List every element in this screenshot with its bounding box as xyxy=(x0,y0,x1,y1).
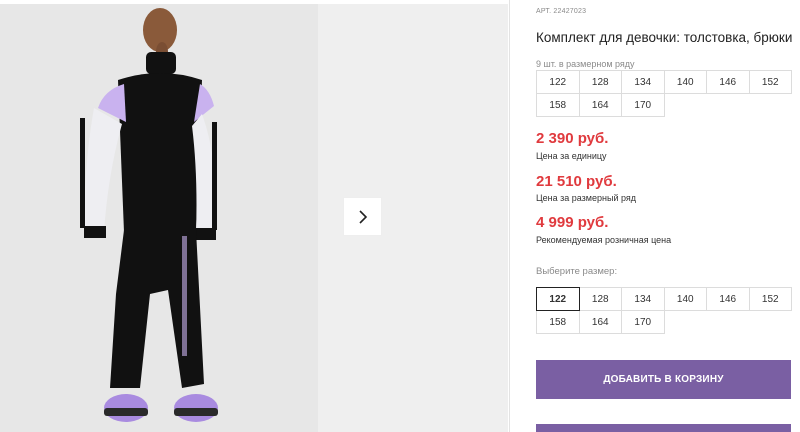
unit-price: 2 390 руб. xyxy=(536,130,609,147)
size-picker: 122 128 134 140 146 152 158 164 170 xyxy=(536,287,792,334)
size-row-cell: 140 xyxy=(663,70,707,94)
size-option-128[interactable]: 128 xyxy=(578,287,622,311)
size-option-170[interactable]: 170 xyxy=(621,310,665,334)
row-price: 21 510 руб. xyxy=(536,173,617,190)
size-row-label: 9 шт. в размерном ряду xyxy=(536,59,635,69)
size-row-cell: 146 xyxy=(706,70,750,94)
size-row-cell: 152 xyxy=(748,70,792,94)
size-option-122[interactable]: 122 xyxy=(536,287,580,311)
add-to-cart-button[interactable]: ДОБАВИТЬ В КОРЗИНУ xyxy=(536,360,791,399)
size-option-152[interactable]: 152 xyxy=(748,287,792,311)
size-option-164[interactable]: 164 xyxy=(578,310,622,334)
size-option-134[interactable]: 134 xyxy=(621,287,665,311)
girl-in-tracksuit-image xyxy=(80,8,218,422)
product-details: АРТ. 22427023 Комплект для девочки: толс… xyxy=(536,0,800,432)
article-number: АРТ. 22427023 xyxy=(536,8,587,15)
retail-price-caption: Рекомендуемая розничная цена xyxy=(536,235,672,245)
size-option-158[interactable]: 158 xyxy=(536,310,580,334)
product-gallery xyxy=(0,0,511,432)
size-row-cell: 158 xyxy=(536,93,580,117)
size-row-cell: 134 xyxy=(621,70,665,94)
size-option-146[interactable]: 146 xyxy=(706,287,750,311)
choose-size-label: Выберите размер: xyxy=(536,266,618,277)
size-row-cell: 122 xyxy=(536,70,580,94)
retail-price: 4 999 руб. xyxy=(536,214,609,231)
size-row-cell: 128 xyxy=(578,70,622,94)
divider xyxy=(509,0,510,432)
unit-price-caption: Цена за единицу xyxy=(536,151,607,161)
row-price-caption: Цена за размерный ряд xyxy=(536,193,637,203)
chevron-right-icon xyxy=(358,209,367,224)
product-photo[interactable] xyxy=(0,4,318,432)
product-title: Комплект для девочки: толстовка, брюки xyxy=(536,30,793,45)
size-row-grid: 122 128 134 140 146 152 158 164 170 xyxy=(536,70,792,117)
size-row-cell: 170 xyxy=(621,93,665,117)
next-image-button[interactable] xyxy=(343,197,382,236)
secondary-button[interactable] xyxy=(536,424,791,432)
size-row-cell: 164 xyxy=(578,93,622,117)
size-option-140[interactable]: 140 xyxy=(663,287,707,311)
